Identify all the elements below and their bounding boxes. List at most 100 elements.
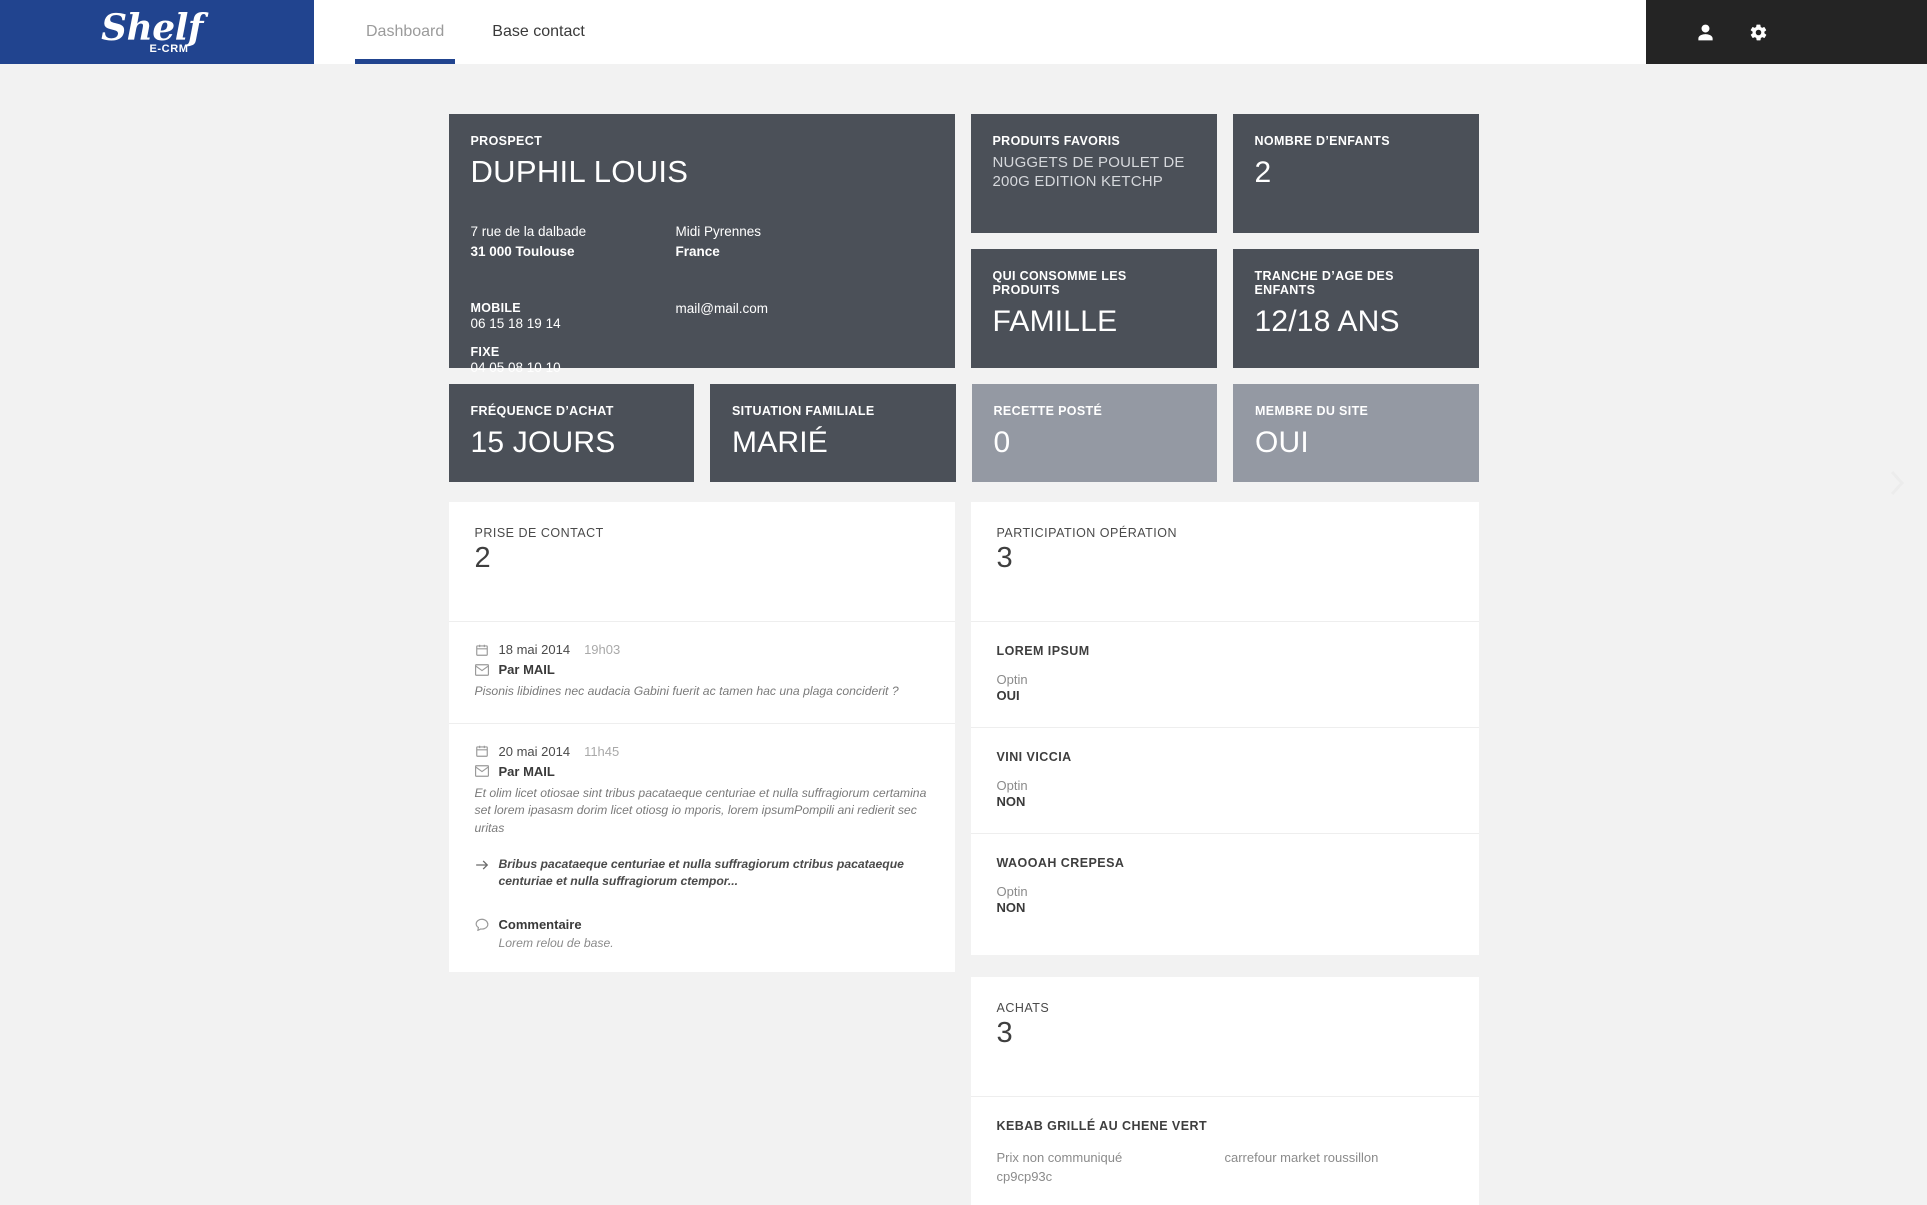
tile-qui-consomme: QUI CONSOMME LES PRODUITS FAMILLE [970,249,1217,368]
operation-optin-value: NON [996,794,1026,809]
summary-row-1: PROSPECT DUPHIL LOUIS 7 rue de la dalbad… [448,114,1479,375]
prospect-name: DUPHIL LOUIS [470,154,689,189]
operation-optin-label: Optin [996,672,1028,687]
contact-entry[interactable]: 20 mai 2014 11h45 Par MAIL Et olim licet… [449,724,955,972]
operation-title: LOREM IPSUM [996,644,1090,658]
tab-dashboard-label: Dashboard [366,23,445,40]
fixe-block: FIXE 04 05 08 10 10 [471,345,676,375]
calendar-icon [475,744,490,759]
contact-date-line: 18 mai 2014 19h03 [475,642,929,657]
top-bar: Shelf E-CRM Dashboard Base contact [0,0,1927,64]
tile-recette-poste: RECETTE POSTÉ 0 [971,384,1217,482]
operation-item[interactable]: WAOOAH CREPESA Optin NON [971,834,1479,955]
operation-item[interactable]: VINI VICCIA Optin NON [970,728,1479,834]
contact-via-line: Par MAIL [475,764,929,779]
user-icon[interactable] [1696,23,1715,42]
participation-header: PARTICIPATION OPÉRATION 3 [970,502,1479,622]
tile-label: SITUATION FAMILIALE [732,404,875,418]
contact-body: Et olim licet otiosae sint tribus pacata… [474,785,927,836]
mobile-label: MOBILE [470,300,521,315]
address-city: 31 000 Toulouse [470,244,575,260]
tile-value: OUI [1255,426,1309,459]
purchase-store: carrefour market roussillon [1224,1150,1379,1165]
panel-count: 2 [474,542,491,574]
summary-row-2: FRÉQUENCE D’ACHAT 15 JOURS SITUATION FAM… [448,384,1479,482]
comment-text: Lorem relou de base. [498,936,614,951]
address-region: Midi Pyrennes France [676,222,881,263]
shelf-logo-icon: Shelf E-CRM [101,10,213,55]
tab-base-contact[interactable]: Base contact [468,0,609,64]
fixe-label: FIXE [470,344,500,359]
address-country: France [675,244,720,260]
page-body: PROSPECT DUPHIL LOUIS 7 rue de la dalbad… [0,64,1927,1205]
participation-operation-panel: PARTICIPATION OPÉRATION 3 LOREM IPSUM Op… [970,502,1479,955]
calendar-icon [475,642,490,657]
mobile-value: 06 15 18 19 14 [470,315,561,331]
purchase-details: Prix non communiqué cp9cp93c carrefour m… [997,1149,1453,1187]
tile-label: TRANCHE D’AGE DES ENFANTS [1254,269,1394,297]
brand-logo-area[interactable]: Shelf E-CRM [0,0,314,64]
prospect-address: 7 rue de la dalbade 31 000 Toulouse Midi… [471,222,933,263]
operation-optin-value: OUI [996,688,1020,703]
operation-item[interactable]: LOREM IPSUM Optin OUI [970,622,1479,728]
contact-date: 18 mai 2014 [498,642,571,657]
fixe-value: 04 05 08 10 10 [470,359,561,375]
address-street: 7 rue de la dalbade [470,224,587,239]
tile-produits-favoris: PRODUITS FAVORIS NUGGETS DE POULET DE 20… [970,114,1217,233]
tile-nombre-enfants: NOMBRE D’ENFANTS 2 [1232,114,1479,233]
tile-label: RECETTE POSTÉ [993,404,1103,418]
contact-date-line: 20 mai 2014 11h45 [475,744,929,759]
tile-value: 2 [1254,156,1272,189]
purchase-price: Prix non communiqué [996,1150,1123,1165]
panel-label: ACHATS [996,1001,1050,1015]
tile-tranche-age: TRANCHE D’AGE DES ENFANTS 12/18 ANS [1232,249,1479,368]
panel-count: 3 [996,542,1013,574]
panel-label: PRISE DE CONTACT [474,526,604,540]
content-wrapper: PROSPECT DUPHIL LOUIS 7 rue de la dalbad… [448,114,1479,1205]
tile-value: NUGGETS DE POULET DE 200G EDITION KETCHP [992,154,1185,190]
tile-label: QUI CONSOMME LES PRODUITS [992,269,1127,297]
chevron-right-icon[interactable] [1889,470,1905,501]
operation-optin-value: NON [996,900,1026,915]
email-column: mail@mail.com [676,301,881,389]
panel-spacer [971,955,1479,977]
contact-body: Pisonis libidines nec audacia Gabini fue… [474,684,899,698]
operation-title: WAOOAH CREPESA [996,856,1125,870]
purchase-item[interactable]: KEBAB GRILLÉ AU CHENE VERT Prix non comm… [971,1097,1479,1205]
prospect-label: PROSPECT [470,134,543,148]
contact-date: 20 mai 2014 [498,743,571,759]
tile-label: NOMBRE D’ENFANTS [1254,134,1390,148]
phone-column: MOBILE 06 15 18 19 14 FIXE 04 05 08 10 1… [471,301,676,389]
prospect-card: PROSPECT DUPHIL LOUIS 7 rue de la dalbad… [448,114,955,375]
tile-value: 0 [993,426,1011,459]
address-region-name: Midi Pyrennes [675,224,762,239]
tile-value: 15 JOURS [470,426,616,459]
arrow-right-icon [475,858,490,873]
comment-icon [475,917,490,932]
tile-value: 12/18 ANS [1254,305,1400,338]
prospect-contacts: MOBILE 06 15 18 19 14 FIXE 04 05 08 10 1… [471,301,933,389]
tab-dashboard[interactable]: Dashboard [342,0,468,64]
operation-optin-label: Optin [996,778,1028,793]
detail-row: PRISE DE CONTACT 2 18 mai 2014 19h03 Par… [448,502,1479,1205]
kpi-column: PRODUITS FAVORIS NUGGETS DE POULET DE 20… [970,114,1479,368]
top-bar-actions [1646,0,1927,64]
brand-name: Shelf [101,6,203,49]
address-local: 7 rue de la dalbade 31 000 Toulouse [471,222,676,263]
mobile-block: MOBILE 06 15 18 19 14 [471,301,676,331]
comment-header: Commentaire [475,917,929,932]
tile-label: PRODUITS FAVORIS [992,134,1121,148]
contact-entry[interactable]: 18 mai 2014 19h03 Par MAIL Pisonis libid… [448,622,955,724]
gear-icon[interactable] [1749,23,1768,42]
purchase-price-col: Prix non communiqué cp9cp93c [997,1149,1225,1187]
contact-highlight: Bribus pacataeque centuriae et nulla suf… [498,856,904,889]
contact-via-line: Par MAIL [475,662,929,677]
purchase-title: KEBAB GRILLÉ AU CHENE VERT [996,1119,1208,1133]
contact-time: 19h03 [584,642,621,657]
envelope-icon [475,764,490,779]
purchase-store-col: carrefour market roussillon [1225,1149,1453,1187]
right-panels: PARTICIPATION OPÉRATION 3 LOREM IPSUM Op… [970,502,1479,1205]
contact-via: Par MAIL [498,763,555,779]
panel-label: PARTICIPATION OPÉRATION [996,526,1178,540]
tab-base-contact-label: Base contact [492,23,585,40]
